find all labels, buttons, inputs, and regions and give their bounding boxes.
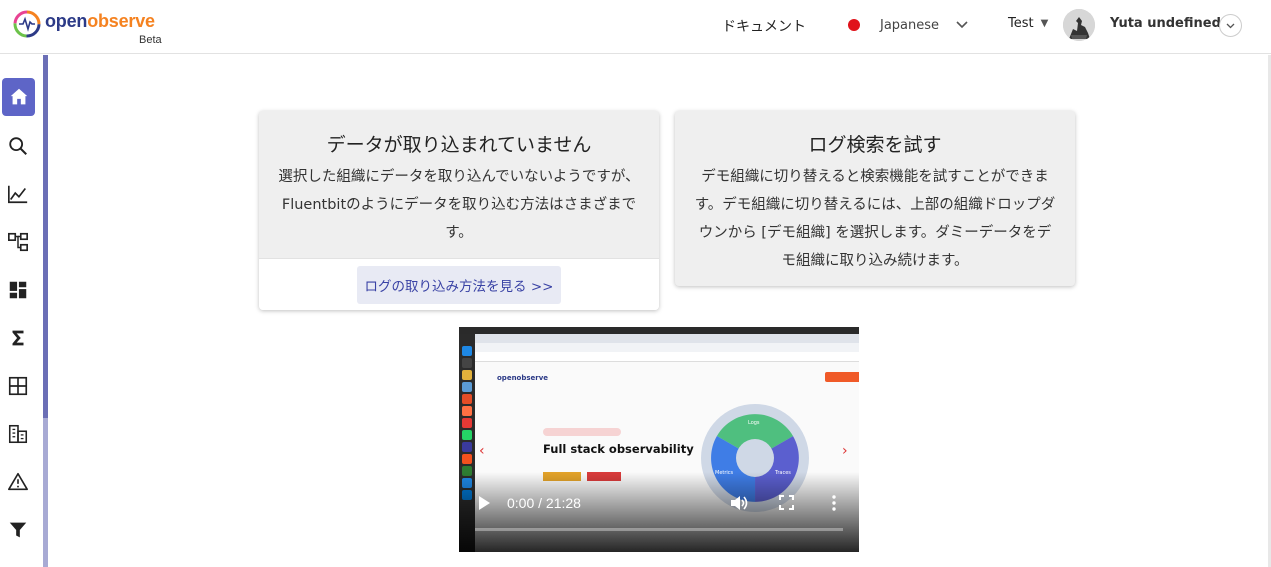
no-data-card-footer: ログの取り込み方法を見る >>	[259, 258, 659, 310]
sidebar-item-home[interactable]	[2, 78, 35, 116]
beta-label: Beta	[139, 34, 162, 46]
sidebar-rail-lower	[43, 418, 48, 567]
logo-mark-icon	[13, 10, 41, 38]
avatar[interactable]	[1063, 9, 1095, 41]
sidebar-item-reports[interactable]	[0, 416, 36, 452]
fullscreen-button[interactable]	[779, 495, 794, 514]
sigma-icon	[12, 330, 24, 346]
grid-icon	[8, 376, 28, 396]
flag-icon	[848, 19, 860, 31]
no-data-body: 選択した組織にデータを取り込んでいないようですが、Fluentbitのようにデー…	[278, 169, 640, 241]
user-menu-toggle[interactable]	[1219, 14, 1242, 37]
video-site-brand: openobserve	[497, 374, 549, 382]
more-vertical-icon	[832, 495, 836, 511]
sidebar-item-metrics[interactable]	[0, 176, 36, 212]
no-data-card: データが取り込まれていません 選択した組織にデータを取り込んでいないようですが、…	[259, 111, 659, 310]
filter-icon	[9, 522, 27, 538]
play-button[interactable]	[477, 495, 491, 515]
dashboard-icon	[9, 281, 27, 299]
avatar-image-icon	[1063, 9, 1095, 41]
video-next-slide-icon: ›	[842, 443, 848, 459]
chevron-down-icon	[1226, 23, 1235, 28]
intro-video-player[interactable]: openobserve Full stack observability Log…	[459, 327, 859, 552]
org-selector[interactable]: Test ▼	[1008, 16, 1048, 31]
volume-button[interactable]	[730, 495, 748, 515]
sidebar-item-search[interactable]	[0, 128, 36, 164]
video-controls-gradient	[459, 472, 859, 552]
try-search-body: デモ組織に切り替えると検索機能を試すことができます。デモ組織に切り替えるには、上…	[694, 169, 1056, 269]
video-time: 0:00 / 21:28	[507, 495, 581, 511]
hierarchy-icon	[8, 232, 28, 252]
caret-down-icon: ▼	[1040, 18, 1049, 29]
try-search-card: ログ検索を試す デモ組織に切り替えると検索機能を試すことができます。デモ組織に切…	[675, 111, 1075, 286]
chevron-down-icon	[956, 21, 968, 29]
language-label: Japanese	[880, 17, 940, 33]
sidebar-item-traces[interactable]	[0, 224, 36, 260]
docs-link[interactable]: ドキュメント	[722, 16, 806, 36]
top-header: openobserve Beta ドキュメント Japanese Test ▼ …	[0, 0, 1271, 54]
volume-icon	[731, 496, 748, 510]
org-label: Test	[1008, 16, 1034, 31]
sidebar-item-functions[interactable]	[0, 320, 36, 356]
home-icon	[10, 88, 27, 105]
sidebar-item-dashboards[interactable]	[0, 272, 36, 308]
video-os-menubar	[459, 327, 859, 334]
video-prev-slide-icon: ‹	[479, 443, 485, 459]
sidebar-item-streams[interactable]	[0, 368, 36, 404]
language-selector[interactable]: Japanese	[848, 12, 968, 38]
view-ingestion-methods-button[interactable]: ログの取り込み方法を見る >>	[356, 265, 562, 304]
warning-icon	[8, 472, 28, 491]
search-icon	[9, 137, 27, 155]
sidebar-item-alerts[interactable]	[0, 464, 36, 500]
user-name[interactable]: Yuta undefined	[1110, 16, 1221, 31]
no-data-title: データが取り込まれていません	[326, 134, 592, 156]
video-hero-title: Full stack observability	[543, 442, 694, 456]
fullscreen-icon	[779, 495, 794, 510]
logo-text: openobserve	[45, 10, 155, 31]
line-chart-icon	[8, 185, 28, 204]
openobserve-logo[interactable]: openobserve	[12, 9, 155, 39]
segment-label-logs: Logs	[748, 420, 760, 426]
video-progress-bar[interactable]	[475, 528, 843, 531]
more-options-button[interactable]	[831, 495, 837, 515]
try-search-title: ログ検索を試す	[808, 134, 942, 156]
report-icon	[8, 424, 28, 444]
play-icon	[479, 496, 490, 510]
sidebar-item-pipelines[interactable]	[0, 512, 36, 548]
